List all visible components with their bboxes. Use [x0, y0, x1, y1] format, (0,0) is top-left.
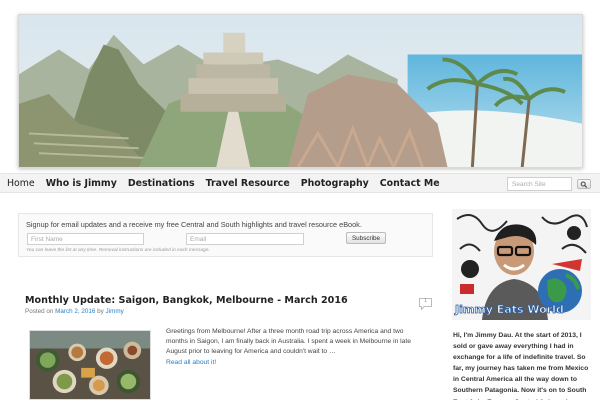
nav-who-is-jimmy[interactable]: Who is Jimmy	[46, 178, 117, 189]
post-title[interactable]: Monthly Update: Saigon, Bangkok, Melbour…	[25, 295, 348, 306]
email-field[interactable]	[186, 233, 304, 245]
signup-note: You can leave the list at any time. Remo…	[26, 248, 210, 253]
post-excerpt: Greetings from Melbourne! After a three …	[166, 328, 411, 355]
post-date-link[interactable]: March 2, 2016	[55, 308, 95, 315]
read-more-link[interactable]: Read all about it!	[166, 359, 216, 366]
comment-count-badge[interactable]: 1	[419, 297, 432, 311]
profile-artwork: Jimmy Eats World	[452, 209, 591, 320]
logo-text: Jimmy Eats World	[454, 303, 564, 316]
signup-text: Signup for email updates and a receive m…	[26, 220, 362, 229]
comment-count: 1	[424, 298, 427, 304]
subscribe-button[interactable]: Subscribe	[346, 232, 386, 244]
search-input[interactable]	[507, 177, 572, 191]
nav-contact-me[interactable]: Contact Me	[380, 178, 440, 189]
post-meta-by: by	[97, 308, 104, 315]
profile-photo[interactable]: Jimmy Eats World	[452, 209, 591, 320]
nav-destinations[interactable]: Destinations	[128, 178, 195, 189]
email-signup-box: Signup for email updates and a receive m…	[18, 213, 433, 257]
search-button[interactable]	[577, 179, 591, 189]
nav-travel-resource[interactable]: Travel Resource	[206, 178, 290, 189]
nav-home[interactable]: Home	[7, 178, 35, 189]
search-icon	[580, 181, 588, 188]
first-name-field[interactable]	[27, 233, 144, 245]
header-banner[interactable]	[18, 14, 583, 168]
post-meta: Posted on March 2, 2016 by Jimmy	[25, 308, 124, 315]
post-author-link[interactable]: Jimmy	[106, 308, 124, 315]
main-nav: Home Who is Jimmy Destinations Travel Re…	[0, 173, 600, 193]
banner-artwork	[19, 15, 582, 167]
food-photo	[30, 331, 150, 399]
post-thumbnail[interactable]	[29, 330, 151, 400]
post-meta-prefix: Posted on	[25, 308, 54, 315]
author-bio: Hi, I'm Jimmy Dau. At the start of 2013,…	[453, 332, 589, 400]
nav-photography[interactable]: Photography	[301, 178, 369, 189]
